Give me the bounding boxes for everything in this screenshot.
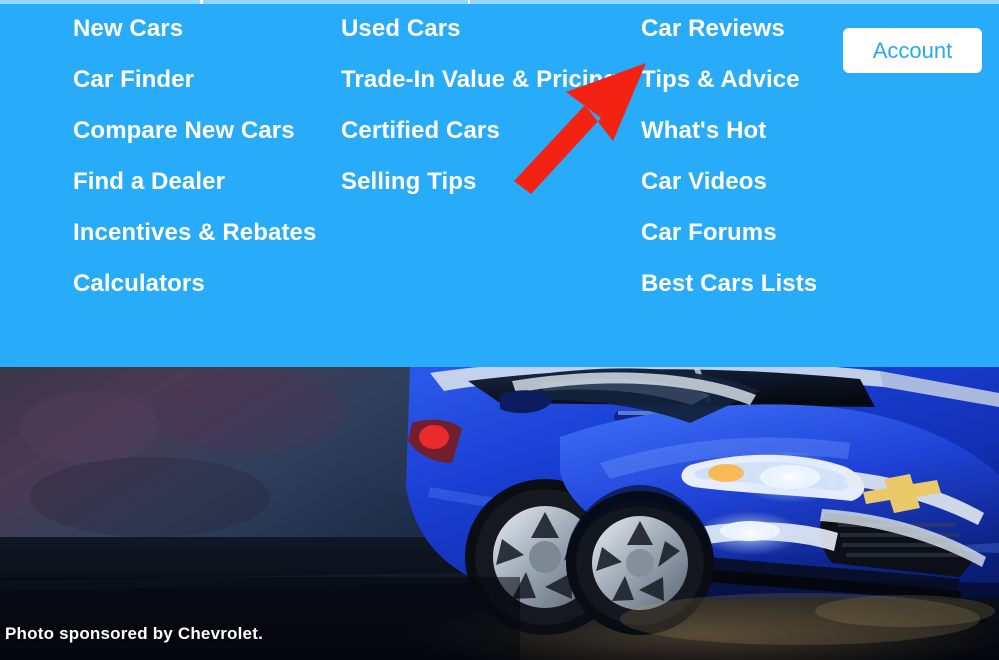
nav-link-tips-advice[interactable]: Tips & Advice	[641, 54, 817, 105]
top-strip-segment	[203, 0, 468, 4]
top-strip-segment	[470, 0, 999, 4]
page-root: Photo sponsored by Chevrolet. New Cars C…	[0, 0, 999, 660]
nav-link-whats-hot[interactable]: What's Hot	[641, 105, 817, 156]
browser-top-hairline	[0, 0, 999, 4]
nav-link-find-a-dealer[interactable]: Find a Dealer	[73, 156, 316, 207]
nav-link-selling-tips[interactable]: Selling Tips	[341, 156, 618, 207]
nav-link-car-forums[interactable]: Car Forums	[641, 207, 817, 258]
nav-link-best-cars-lists[interactable]: Best Cars Lists	[641, 258, 817, 309]
nav-link-new-cars[interactable]: New Cars	[73, 3, 316, 54]
hero-photo: Photo sponsored by Chevrolet.	[0, 367, 999, 660]
nav-link-compare-new-cars[interactable]: Compare New Cars	[73, 105, 316, 156]
hero-photo-illustration	[0, 367, 999, 660]
nav-column-research: Car Reviews Tips & Advice What's Hot Car…	[641, 3, 817, 309]
nav-link-car-videos[interactable]: Car Videos	[641, 156, 817, 207]
nav-link-used-cars[interactable]: Used Cars	[341, 3, 618, 54]
nav-column-new-cars: New Cars Car Finder Compare New Cars Fin…	[73, 3, 316, 309]
nav-link-calculators[interactable]: Calculators	[73, 258, 316, 309]
nav-column-used-cars: Used Cars Trade-In Value & Pricing Certi…	[341, 3, 618, 207]
nav-link-incentives-rebates[interactable]: Incentives & Rebates	[73, 207, 316, 258]
nav-link-car-finder[interactable]: Car Finder	[73, 54, 316, 105]
nav-link-car-reviews[interactable]: Car Reviews	[641, 3, 817, 54]
photo-credit: Photo sponsored by Chevrolet.	[5, 624, 263, 643]
top-strip-segment	[0, 0, 200, 4]
nav-link-trade-in-value-pricing[interactable]: Trade-In Value & Pricing	[341, 54, 618, 105]
nav-link-certified-cars[interactable]: Certified Cars	[341, 105, 618, 156]
account-button[interactable]: Account	[843, 28, 982, 73]
